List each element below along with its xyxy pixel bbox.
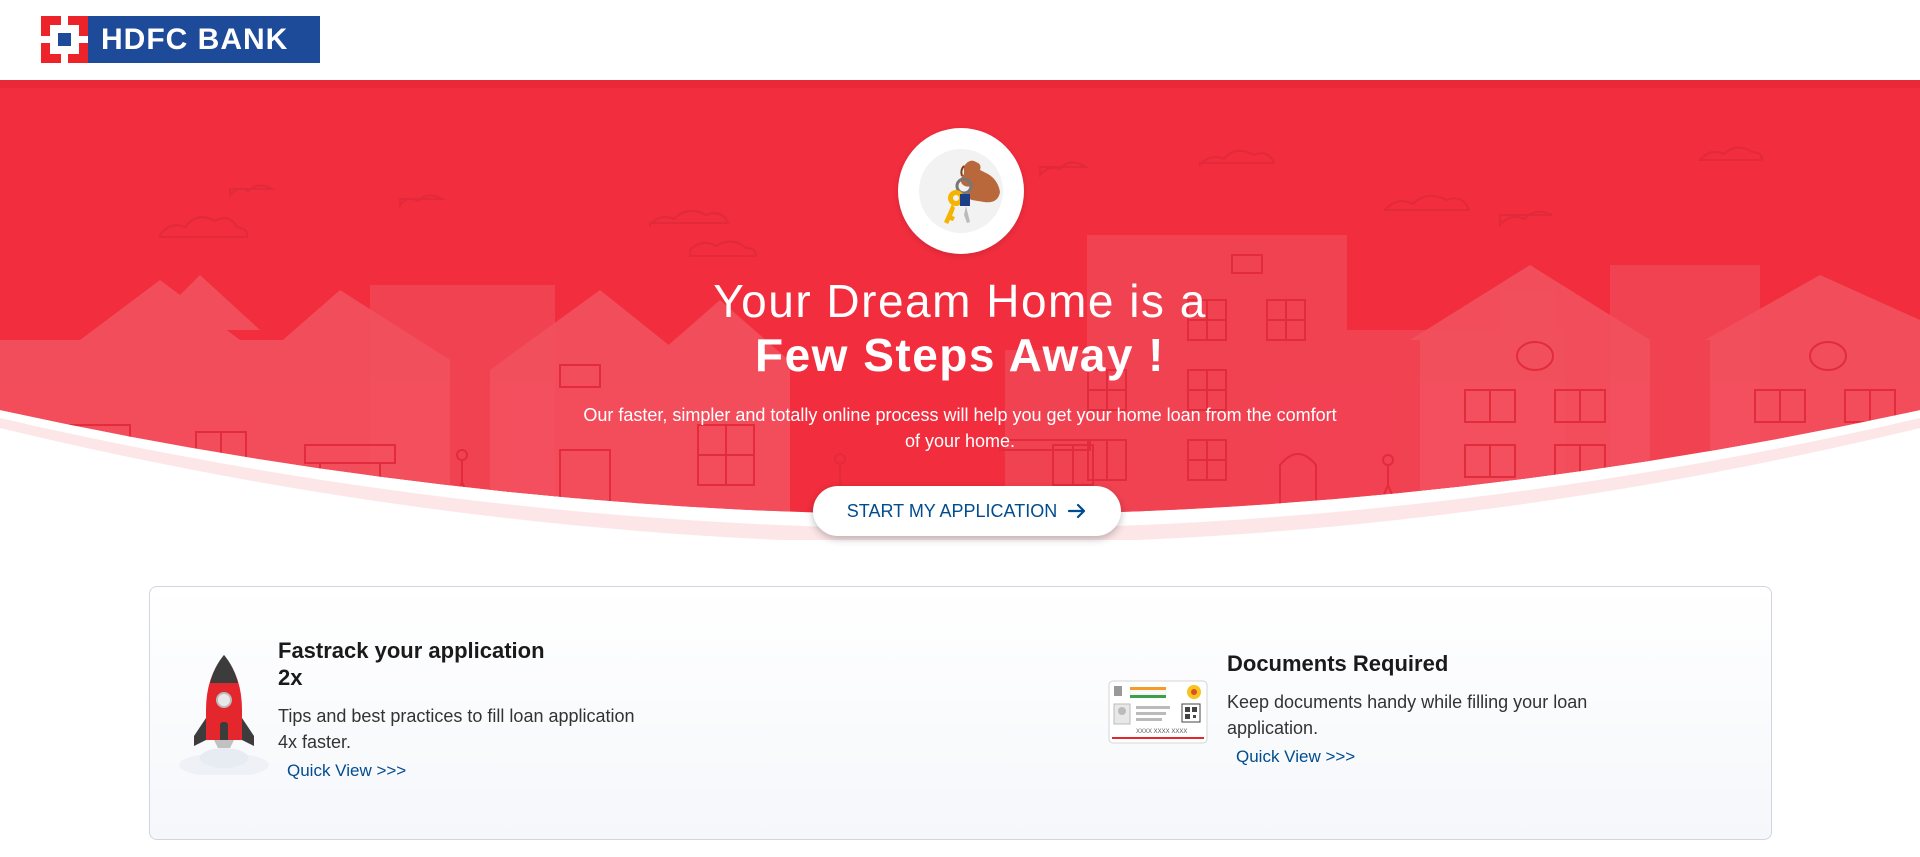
hero-title-line2: Few Steps Away ! — [754, 329, 1165, 381]
arrow-right-icon — [1067, 502, 1087, 520]
logo-text: HDFC BANK — [101, 22, 289, 56]
aadhaar-card-number: XXXX XXXX XXXX — [1136, 729, 1187, 735]
hdfc-bank-logo[interactable]: HDFC BANK — [41, 16, 320, 63]
fastrack-quick-view-link[interactable]: Quick View >>> — [287, 761, 406, 781]
site-header: HDFC BANK — [0, 0, 1920, 80]
rocket-icon — [176, 650, 276, 777]
fastrack-description: Tips and best practices to fill loan app… — [278, 706, 635, 752]
aadhaar-card-icon: XXXX XXXX XXXX — [1108, 680, 1208, 745]
fastrack-feature: Fastrack your application 2x Tips and be… — [278, 637, 658, 781]
documents-description: Keep documents handy while filling your … — [1227, 692, 1588, 738]
hero-subtitle: Our faster, simpler and totally online p… — [583, 405, 1337, 451]
hero-title-line1: Your Dream Home is a — [713, 275, 1207, 327]
fastrack-title-line1: Fastrack your application — [278, 638, 545, 663]
documents-title: Documents Required — [1227, 651, 1449, 676]
documents-feature: Documents Required Keep documents handy … — [1227, 650, 1627, 767]
hdfc-logo-icon — [41, 16, 88, 63]
hand-with-keys-icon — [898, 128, 1024, 254]
documents-quick-view-link[interactable]: Quick View >>> — [1236, 747, 1355, 767]
fastrack-title: Fastrack your application 2x — [278, 637, 658, 691]
fastrack-title-line2: 2x — [278, 665, 303, 690]
start-application-button[interactable]: START MY APPLICATION — [813, 486, 1121, 536]
start-application-label: START MY APPLICATION — [846, 500, 1058, 521]
